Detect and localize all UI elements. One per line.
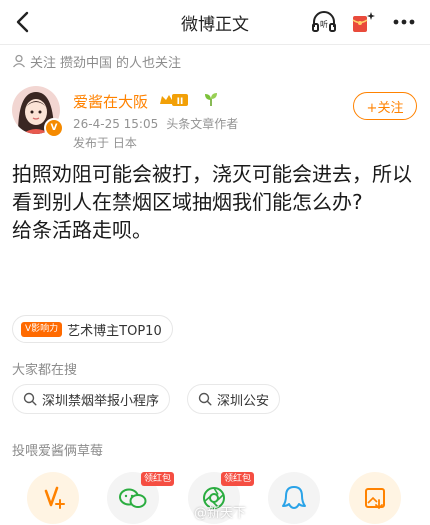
sprout-icon	[205, 93, 217, 106]
post-meta: 26-4-25 15:05 头条文章作者	[73, 115, 238, 132]
post-paragraph: 拍照劝阻可能会被打，浇灭可能会进去，所以看到别人在禁烟区域抽烟我们能怎么办?	[12, 162, 412, 214]
feed-section-title: 投喂爱酱俩草莓	[12, 444, 104, 459]
save-image-icon[interactable]	[349, 472, 401, 524]
red-packet-badge: 领红包	[141, 472, 175, 486]
post-paragraph: 给条活路走呗。	[12, 218, 152, 242]
search-chip[interactable]: 深圳禁烟举报小程序	[12, 384, 171, 414]
follow-note-suffix: 的人也关注	[116, 55, 182, 71]
author-name[interactable]: 爱酱在大阪	[73, 91, 148, 112]
verified-badge: V	[44, 118, 64, 138]
search-chip-label: 深圳禁烟举报小程序	[42, 393, 160, 409]
search-chip-label: 深圳公安	[217, 393, 270, 409]
qq-icon[interactable]	[268, 472, 320, 524]
header-divider	[0, 44, 430, 45]
more-icon[interactable]	[391, 10, 417, 34]
post-content: 拍照劝阻可能会被打，浇灭可能会进去，所以看到别人在禁烟区域抽烟我们能怎么办? 给…	[12, 160, 418, 244]
watermark: @新天下	[174, 502, 246, 521]
influence-label: 艺术博主TOP10	[67, 323, 162, 339]
tip-icon[interactable]	[27, 472, 79, 524]
influence-tag[interactable]: V影响力 艺术博主TOP10	[12, 315, 173, 343]
top-bar: 微博正文 听	[0, 0, 430, 44]
level-badge-icon: II	[160, 94, 188, 107]
red-packet-icon[interactable]	[351, 10, 377, 34]
post-time: 26-4-25 15:05	[73, 117, 159, 131]
red-packet-badge: 领红包	[221, 472, 255, 486]
search-chip[interactable]: 深圳公安	[187, 384, 281, 414]
follow-note: 关注 攒劲中国 的人也关注	[12, 51, 181, 71]
search-icon	[23, 392, 37, 406]
post-location: 发布于 日本	[73, 136, 137, 150]
follow-note-prefix: 关注	[30, 55, 57, 71]
user-icon	[13, 54, 25, 68]
influence-badge: V影响力	[21, 321, 63, 337]
author-role: 头条文章作者	[166, 117, 239, 131]
follow-button[interactable]: +关注	[353, 92, 417, 120]
weibo-logo-icon	[174, 505, 191, 519]
level-badge-text: II	[177, 97, 184, 107]
listen-icon[interactable]: 听	[311, 10, 337, 34]
followed-user-link[interactable]: 攒劲中国	[60, 52, 112, 71]
search-section-title: 大家都在搜	[12, 363, 78, 378]
watermark-text: @新天下	[194, 506, 247, 521]
svg-text:听: 听	[320, 20, 328, 29]
search-icon	[198, 392, 212, 406]
